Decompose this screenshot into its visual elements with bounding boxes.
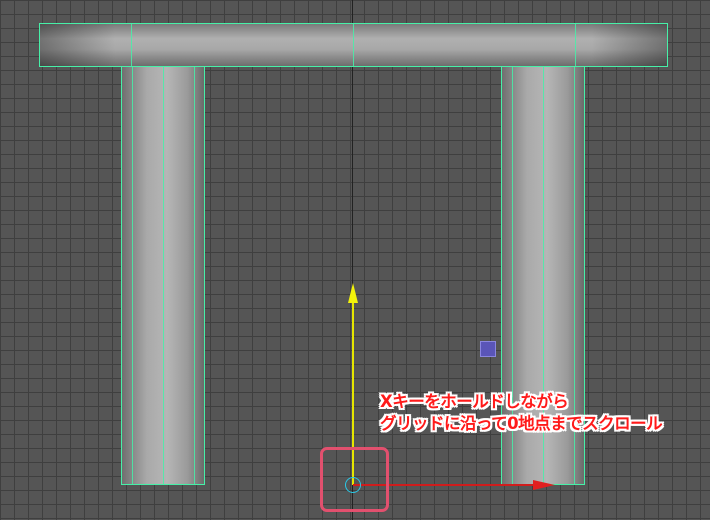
annotation-line-2: グリッドに沿って0地点までスクロール xyxy=(380,414,663,433)
3d-viewport-grid[interactable]: Xキーをホールドしながら グリッドに沿って0地点までスクロール xyxy=(0,0,710,520)
annotation-line-1: Xキーをホールドしながら xyxy=(380,392,569,411)
instruction-annotation: Xキーをホールドしながら グリッドに沿って0地点までスクロール xyxy=(380,391,663,435)
wireframe-edge xyxy=(131,24,132,66)
up-arrow-icon[interactable] xyxy=(348,283,358,303)
wireframe-edge xyxy=(194,67,195,484)
square-icon[interactable] xyxy=(480,341,496,357)
right-arrow-icon[interactable] xyxy=(533,480,555,490)
table-leg-left-mesh[interactable] xyxy=(121,66,205,485)
wireframe-edge xyxy=(575,24,576,66)
wireframe-edge xyxy=(132,67,133,484)
table-top-mesh[interactable] xyxy=(39,23,668,67)
wireframe-edge xyxy=(353,24,354,66)
pivot-highlight-box xyxy=(320,447,389,512)
wireframe-edge xyxy=(163,67,164,484)
